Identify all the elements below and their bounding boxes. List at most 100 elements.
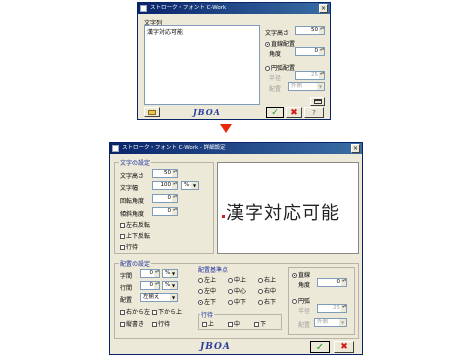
italic-checkbox[interactable]: 行待 [120, 242, 138, 251]
checkbox-icon [120, 310, 125, 315]
preview-text: 漢字対応可能 [226, 203, 340, 224]
detail-dialog-title: ストローク・フォント C-Work - 詳細設定 [122, 145, 226, 151]
app-icon [112, 145, 119, 152]
radio-empty-icon [228, 289, 233, 294]
align-dropdown[interactable]: 左揃え ▼ [140, 293, 178, 302]
row-bottom-checkbox[interactable]: 下 [254, 319, 266, 328]
flip-h-checkbox[interactable]: 左右反転 [120, 220, 150, 229]
char-height-stepper[interactable]: 50 [295, 26, 325, 35]
text-input-area[interactable]: 漢字対応可能 [144, 25, 260, 105]
close-icon[interactable]: × [351, 144, 360, 153]
radio-empty-icon [265, 66, 270, 71]
close-icon[interactable]: × [319, 4, 328, 13]
char-width-unit: % [184, 182, 190, 188]
row-align-title: 行待 [200, 310, 215, 319]
char-width-unit-dropdown[interactable]: % ▼ [181, 181, 199, 190]
top-dialog-window: ストローク・フォント C-Work × 文字列 漢字対応可能 文字高さ 50 直… [137, 2, 331, 120]
radius-label: 半径 [269, 75, 282, 82]
rtl-label: 右から左 [126, 309, 151, 316]
line-spacing-unit-dropdown[interactable]: % ▼ [162, 281, 178, 290]
radius-stepper[interactable]: 25 [317, 304, 347, 313]
anchor-label: 右下 [264, 299, 277, 306]
slant-label: 傾斜角度 [120, 211, 145, 218]
cancel-button[interactable]: ✖ [334, 341, 354, 353]
ok-button[interactable]: ✓ [266, 107, 284, 118]
align-value: 左揃え [143, 294, 160, 300]
ok-button[interactable]: ✓ [310, 341, 330, 353]
char-spacing-stepper[interactable]: 0 [140, 269, 160, 278]
checkbox-icon [228, 322, 233, 327]
linear-label: 直線 [298, 272, 311, 279]
arc-layout-radio[interactable]: 円弧配置 [265, 63, 295, 72]
checkmark-icon: ✓ [271, 107, 279, 118]
angle-stepper[interactable]: 0 [317, 278, 347, 287]
checkbox-icon [254, 322, 259, 327]
line-spacing-label: 行間 [120, 285, 133, 292]
row-top-checkbox[interactable]: 上 [202, 319, 214, 328]
down-arrow-icon [220, 124, 232, 133]
chevron-down-icon: ▼ [339, 319, 346, 326]
char-height-label: 文字高さ [265, 30, 290, 37]
flip-v-checkbox[interactable]: 上下反転 [120, 231, 150, 240]
anchor-label: 中下 [234, 299, 247, 306]
checkbox-icon [152, 322, 157, 327]
anchor-top-center-radio[interactable]: 中上 [228, 275, 246, 284]
placement-value: 外側 [291, 83, 303, 89]
line-spacing-stepper[interactable]: 0 [140, 281, 160, 290]
char-height-stepper[interactable]: 50 [152, 169, 178, 178]
linear-radio[interactable]: 直線 [292, 270, 310, 279]
radio-empty-icon [292, 299, 297, 304]
anchor-bottom-center-radio[interactable]: 中下 [228, 297, 246, 306]
cancel-x-icon: ✖ [290, 107, 298, 118]
radius-label: 半径 [298, 308, 311, 315]
placement-dropdown[interactable]: 外側 ▼ [288, 82, 325, 91]
placement-label: 配置 [298, 322, 311, 329]
slant-stepper[interactable]: 0 [152, 207, 178, 216]
anchor-top-right-radio[interactable]: 右上 [258, 275, 276, 284]
btt-checkbox[interactable]: 下から上 [152, 307, 182, 316]
arc-radio[interactable]: 円弧 [292, 296, 310, 305]
text-input-value: 漢字対応可能 [147, 29, 184, 36]
linear-layout-radio[interactable]: 直線配置 [265, 39, 295, 48]
radio-empty-icon [198, 278, 203, 283]
rtl-checkbox[interactable]: 右から左 [120, 307, 150, 316]
detail-settings-button[interactable] [310, 97, 325, 106]
rotation-stepper[interactable]: 0 [152, 194, 178, 203]
row-mid-checkbox[interactable]: 中 [228, 319, 240, 328]
chevron-down-icon: ▼ [317, 83, 324, 90]
help-button[interactable]: ? [304, 107, 324, 118]
vertical-checkbox[interactable]: 縦書き [120, 319, 144, 328]
checkbox-icon [120, 223, 125, 228]
radius-stepper[interactable]: 25 [295, 71, 325, 80]
flip-v-label: 上下反転 [126, 233, 151, 240]
align-label: 配置 [120, 297, 133, 304]
char-width-stepper[interactable]: 100 [152, 181, 178, 190]
row-top-label: 上 [208, 321, 215, 328]
angle-label: 角度 [298, 282, 311, 289]
checkbox-icon [120, 322, 125, 327]
arc-label: 円弧 [298, 298, 311, 305]
anchor-center-radio[interactable]: 中心 [228, 286, 246, 295]
char-height-label: 文字高さ [120, 173, 145, 180]
char-spacing-unit-dropdown[interactable]: % ▼ [162, 269, 178, 278]
anchor-bottom-right-radio[interactable]: 右下 [258, 297, 276, 306]
cancel-button[interactable]: ✖ [286, 107, 302, 118]
chevron-down-icon: ▼ [170, 282, 177, 289]
open-folder-button[interactable] [144, 107, 160, 117]
radius-value: 25 [311, 72, 318, 78]
char-spacing-value: 0 [149, 270, 154, 276]
anchor-top-left-radio[interactable]: 左上 [198, 275, 216, 284]
italic-label: 行待 [126, 244, 139, 251]
radius-value: 25 [333, 305, 340, 311]
placement-dropdown[interactable]: 外側 ▼ [314, 318, 347, 327]
anchor-mid-right-radio[interactable]: 右中 [258, 286, 276, 295]
line-spacing-value: 0 [149, 282, 154, 288]
anchor-mid-left-radio[interactable]: 左中 [198, 286, 216, 295]
angle-stepper[interactable]: 0 [295, 47, 325, 56]
checkbox-icon [202, 322, 207, 327]
anchor-bottom-left-radio[interactable]: 左下 [198, 297, 216, 306]
indent-checkbox[interactable]: 行待 [152, 319, 170, 328]
chevron-down-icon: ▼ [191, 182, 198, 189]
detail-dialog-titlebar[interactable]: ストローク・フォント C-Work - 詳細設定 × [110, 143, 362, 154]
top-dialog-titlebar[interactable]: ストローク・フォント C-Work × [138, 3, 330, 14]
